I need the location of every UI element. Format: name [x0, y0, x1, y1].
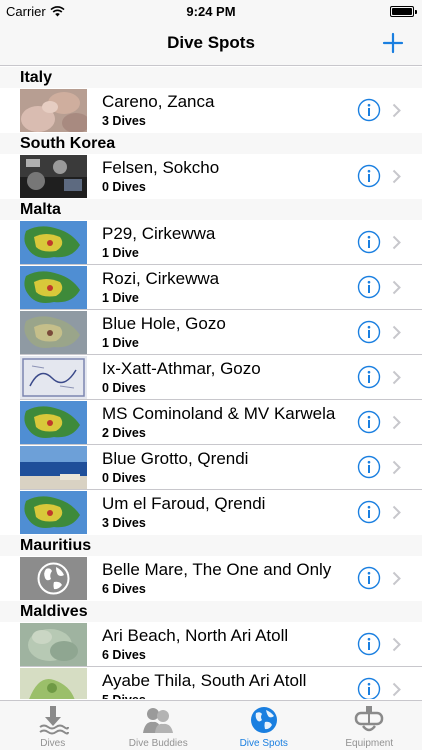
- dive-count: 0 Dives: [102, 381, 146, 395]
- info-icon[interactable]: [357, 410, 381, 434]
- dive-spot-row[interactable]: Ari Beach, North Ari Atoll 6 Dives: [0, 622, 422, 667]
- add-spot-button[interactable]: [378, 28, 408, 58]
- info-icon[interactable]: [357, 365, 381, 389]
- spot-name: Belle Mare, The One and Only: [102, 560, 332, 579]
- buddies-icon: [143, 708, 174, 733]
- dive-count: 1 Dive: [102, 291, 139, 305]
- dive-spot-row[interactable]: Felsen, Sokcho 0 Dives: [0, 154, 422, 199]
- chevron-right-icon: [392, 169, 401, 184]
- spot-name: P29, Cirkewwa: [102, 224, 216, 243]
- tab-dive-spots[interactable]: Dive Spots: [211, 701, 317, 750]
- tab-dives[interactable]: Dives: [0, 701, 106, 750]
- chevron-right-icon: [392, 370, 401, 385]
- spot-name: Blue Hole, Gozo: [102, 314, 226, 333]
- chevron-right-icon: [392, 280, 401, 295]
- spot-thumbnail: [20, 266, 87, 309]
- dive-download-icon: [39, 706, 69, 735]
- globe-icon: [250, 707, 277, 733]
- navigation-bar: Dive Spots: [0, 22, 422, 66]
- dive-spot-row[interactable]: Um el Faroud, Qrendi 3 Dives: [0, 490, 422, 535]
- spot-name: Um el Faroud, Qrendi: [102, 494, 266, 513]
- spot-name: Ayabe Thila, South Ari Atoll: [102, 671, 307, 690]
- info-icon[interactable]: [357, 320, 381, 344]
- spot-name: Careno, Zanca: [102, 92, 215, 111]
- chevron-right-icon: [392, 505, 401, 520]
- info-icon[interactable]: [357, 632, 381, 656]
- spot-thumbnail: [20, 221, 87, 264]
- spot-name: Ari Beach, North Ari Atoll: [102, 626, 289, 645]
- dive-spot-row[interactable]: Ix-Xatt-Athmar, Gozo 0 Dives: [0, 355, 422, 400]
- page-title: Dive Spots: [167, 33, 255, 52]
- spot-name: Ix-Xatt-Athmar, Gozo: [102, 359, 261, 378]
- section-header: Italy: [0, 67, 422, 88]
- spot-thumbnail: [20, 401, 87, 444]
- info-icon[interactable]: [357, 500, 381, 524]
- dive-spot-row[interactable]: Blue Hole, Gozo 1 Dive: [0, 310, 422, 355]
- dive-count: 3 Dives: [102, 516, 146, 530]
- spot-name: MS Cominoland & MV Karwela: [102, 404, 336, 423]
- tab-label: Dive Buddies: [128, 738, 188, 749]
- dive-count: 3 Dives: [102, 114, 146, 128]
- dive-count: 1 Dive: [102, 246, 139, 260]
- spot-thumbnail: [20, 668, 87, 699]
- dive-spot-row[interactable]: Rozi, Cirkewwa 1 Dive: [0, 265, 422, 310]
- section-header: Maldives: [0, 601, 422, 622]
- info-icon[interactable]: [357, 164, 381, 188]
- chevron-right-icon: [392, 325, 401, 340]
- spot-name: Rozi, Cirkewwa: [102, 269, 220, 288]
- dive-spot-list[interactable]: Italy Careno, Zanca 3 Dives South Korea Fels…: [0, 67, 422, 699]
- dive-count: 6 Dives: [102, 648, 146, 662]
- battery-icon: [390, 6, 417, 17]
- dive-count: 0 Dives: [102, 180, 146, 194]
- mask-icon: [355, 706, 384, 732]
- spot-thumbnail: [20, 491, 87, 534]
- chevron-right-icon: [392, 460, 401, 475]
- spot-thumbnail: [20, 311, 87, 354]
- dive-spot-row[interactable]: MS Cominoland & MV Karwela 2 Dives: [0, 400, 422, 445]
- tab-dive-buddies[interactable]: Dive Buddies: [106, 701, 212, 750]
- chevron-right-icon: [392, 235, 401, 250]
- dive-count: 2 Dives: [102, 426, 146, 440]
- chevron-right-icon: [392, 637, 401, 652]
- section-header: South Korea: [0, 133, 422, 154]
- info-icon[interactable]: [357, 455, 381, 479]
- spot-name: Blue Grotto, Qrendi: [102, 449, 249, 468]
- status-bar: Carrier 9:24 PM: [0, 0, 422, 22]
- clock: 9:24 PM: [186, 4, 236, 19]
- info-icon[interactable]: [357, 230, 381, 254]
- dive-spot-row[interactable]: Belle Mare, The One and Only 6 Dives: [0, 556, 422, 601]
- section-header: Malta: [0, 199, 422, 220]
- tab-label: Equipment: [345, 738, 394, 749]
- chevron-right-icon: [392, 571, 401, 586]
- spot-name: Felsen, Sokcho: [102, 158, 220, 177]
- dive-count: 6 Dives: [102, 582, 146, 596]
- spot-thumbnail: [20, 155, 87, 198]
- tab-label: Dives: [40, 738, 66, 749]
- dive-spot-row[interactable]: Ayabe Thila, South Ari Atoll 5 Dives: [0, 667, 422, 699]
- info-icon[interactable]: [357, 275, 381, 299]
- spot-thumbnail: [20, 557, 87, 600]
- tab-bar: Dives Dive Buddies Dive Spots Equipment: [0, 700, 422, 750]
- tab-equipment[interactable]: Equipment: [317, 701, 422, 750]
- dive-count: 0 Dives: [102, 471, 146, 485]
- spot-thumbnail: [20, 623, 87, 666]
- tab-label: Dive Spots: [239, 738, 288, 749]
- info-icon[interactable]: [357, 566, 381, 590]
- chevron-right-icon: [392, 682, 401, 697]
- spot-thumbnail: [20, 89, 87, 132]
- info-icon[interactable]: [357, 677, 381, 699]
- dive-spot-row[interactable]: Careno, Zanca 3 Dives: [0, 88, 422, 133]
- spot-thumbnail: [20, 356, 87, 399]
- section-header: Mauritius: [0, 535, 422, 556]
- chevron-right-icon: [392, 415, 401, 430]
- chevron-right-icon: [392, 103, 401, 118]
- dive-spot-row[interactable]: P29, Cirkewwa 1 Dive: [0, 220, 422, 265]
- dive-spot-row[interactable]: Blue Grotto, Qrendi 0 Dives: [0, 445, 422, 490]
- info-icon[interactable]: [357, 98, 381, 122]
- dive-count: 1 Dive: [102, 336, 139, 350]
- spot-thumbnail: [20, 446, 87, 489]
- dive-count: 5 Dives: [102, 693, 146, 699]
